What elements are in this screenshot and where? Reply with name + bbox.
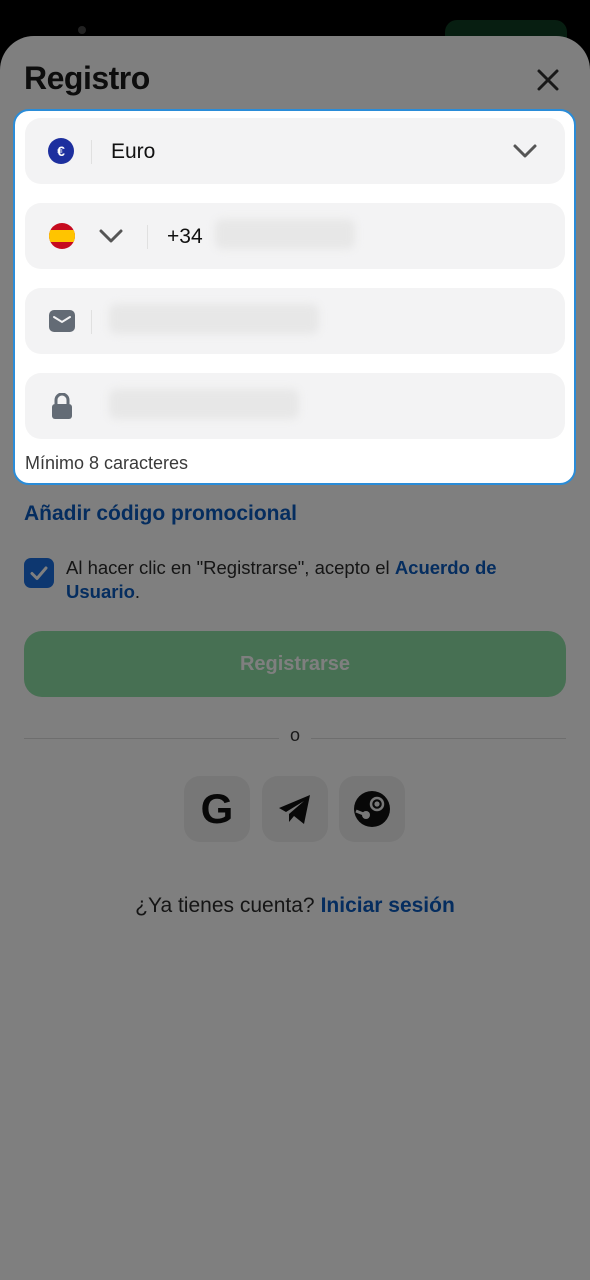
chevron-down-icon: [513, 144, 537, 158]
password-input[interactable]: [109, 389, 299, 419]
email-input[interactable]: [109, 304, 319, 334]
phone-number-input[interactable]: [215, 219, 355, 249]
phone-field[interactable]: +34: [25, 203, 565, 269]
highlighted-form-fields: € Euro +34 Mínimo 8 caracteres: [13, 109, 576, 485]
phone-country-code: +34: [167, 225, 203, 248]
lock-icon: [52, 393, 72, 419]
password-field[interactable]: [25, 373, 565, 439]
country-chevron-down-icon[interactable]: [99, 224, 123, 248]
currency-value: Euro: [111, 140, 156, 163]
spain-flag-icon: [49, 223, 75, 249]
currency-select[interactable]: € Euro: [25, 118, 565, 184]
mail-icon: [49, 310, 75, 332]
email-field[interactable]: [25, 288, 565, 354]
password-hint: Mínimo 8 caracteres: [25, 453, 189, 473]
